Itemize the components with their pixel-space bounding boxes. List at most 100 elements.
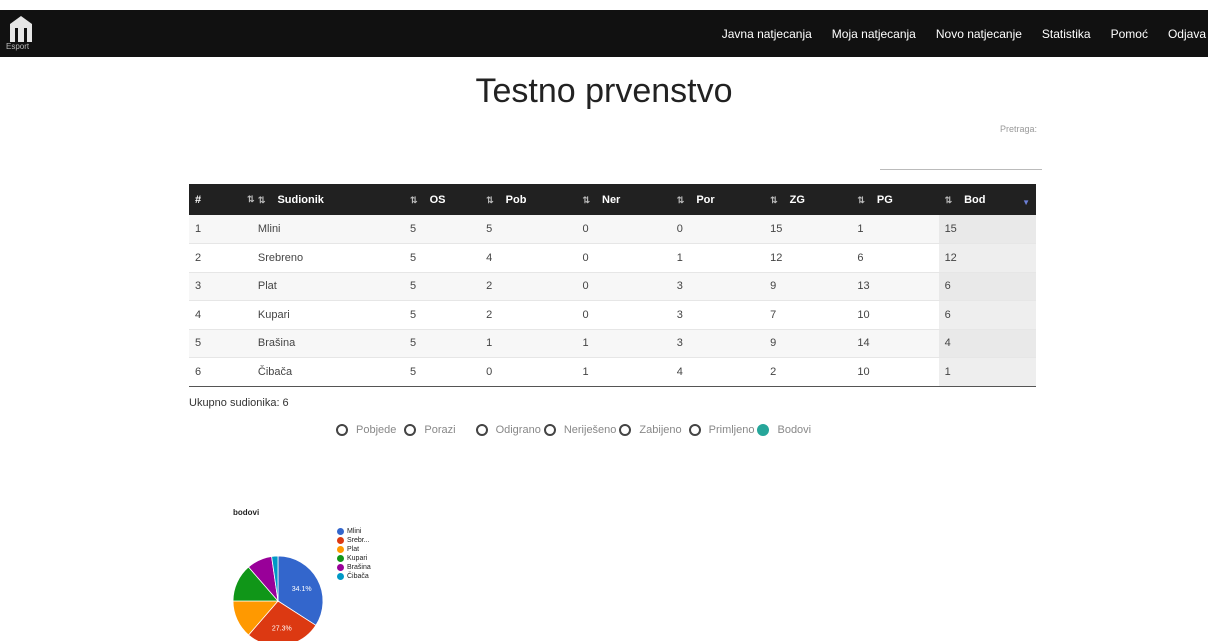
column-header-pg[interactable]: ⇅ PG [851,184,938,215]
table-cell-por: 3 [670,300,765,330]
sort-icon: ⇅ [257,194,266,205]
table-row[interactable]: 5 Brašina 5 1 1 3 9 14 4 [189,329,1036,358]
column-header-label: ZG [789,193,805,206]
column-header-por[interactable]: ⇅ Por [671,184,764,215]
radio-primljeno[interactable]: Primljeno [688,424,754,436]
radio-zabijeno[interactable]: Zabijeno [619,424,682,436]
table-cell-pob: 4 [480,243,577,273]
radio-circle-icon [336,424,348,436]
legend-dot-icon [337,528,344,535]
column-header-label: Ner [602,193,621,206]
table-cell-por: 4 [670,357,765,387]
radio-circle-icon [404,424,417,436]
stat-radio-group: Pobjede Porazi Odigrano Neriješeno Zabijeno P… [336,424,811,436]
chart-title: bodovi [233,508,260,517]
top-frame [0,0,1208,10]
radio-porazi[interactable]: Porazi [404,424,456,436]
legend-label: Brašina [347,564,371,571]
standings-table: # ⇅ ⇅ Sudionik ⇅ OS ⇅ Pob ⇅ Ner ⇅ Por ⇅ ZG ⇅ PG ⇅ Bod ▼ 1M… [189,184,1036,387]
column-header-zg[interactable]: ⇅ ZG [764,184,851,215]
table-cell-os: 5 [404,243,481,273]
table-cell-pg: 6 [851,243,939,273]
table-cell-ner: 0 [576,215,671,244]
nav-link-pomoć[interactable]: Pomoć [1101,27,1158,41]
table-cell-os: 5 [404,215,481,244]
table-cell-zg: 9 [764,272,852,301]
legend-label: Čibača [347,573,369,580]
table-cell-ner: 0 [576,272,671,301]
table-cell-bod: 6 [938,272,1036,301]
table-cell-pg: 13 [851,272,939,301]
table-cell-os: 5 [404,357,481,387]
table-row[interactable]: 2 Srebreno 5 4 0 1 12 6 12 [189,243,1036,273]
table-cell-pob: 0 [480,357,577,387]
table-cell-rank: 6 [189,357,252,387]
table-cell-zg: 2 [764,357,852,387]
nav-link-javna-natjecanja[interactable]: Javna natjecanja [712,27,822,41]
legend-item[interactable]: Srebr... [337,536,371,545]
column-header-ner[interactable]: ⇅ Ner [576,184,670,215]
legend-item[interactable]: Brašina [337,563,371,572]
table-cell-bod: 4 [938,329,1036,358]
table-cell-por: 0 [670,215,765,244]
table-cell-pob: 2 [480,300,577,330]
table-cell-sudionik: Kupari [251,300,405,330]
radio-circle-icon [688,424,701,436]
legend-label: Mlini [347,528,362,535]
column-header-pob[interactable]: ⇅ Pob [480,184,576,215]
legend-dot-icon [337,573,344,580]
table-cell-zg: 9 [764,329,852,358]
radio-bodovi[interactable]: Bodovi [757,424,811,436]
legend-item[interactable]: Čibača [337,572,371,581]
radio-label: Porazi [424,424,456,436]
radio-pobjede[interactable]: Pobjede [336,424,396,436]
sort-icon: ⇅ [770,194,778,205]
column-header-rank[interactable]: # ⇅ [189,184,255,215]
table-cell-bod: 15 [938,215,1036,244]
nav-link-statistika[interactable]: Statistika [1032,27,1101,41]
nav-link-novo-natjecanje[interactable]: Novo natjecanje [926,27,1032,41]
table-cell-rank: 1 [189,215,252,244]
table-cell-sudionik: Srebreno [251,243,405,273]
sort-icon: ⇅ [582,194,590,205]
search-label: Pretraga: [1000,124,1038,134]
radio-odigrano[interactable]: Odigrano [475,424,541,436]
radio-circle-icon [475,424,488,436]
table-cell-zg: 15 [764,215,852,244]
column-header-os[interactable]: ⇅ OS [404,184,480,215]
table-row[interactable]: 6 Čibača 5 0 1 4 2 10 1 [189,357,1036,387]
table-cell-rank: 2 [189,243,252,273]
nav-link-moja-natjecanja[interactable]: Moja natjecanja [822,27,926,41]
table-cell-pob: 5 [480,215,577,244]
legend-item[interactable]: Mlini [337,527,371,536]
legend-item[interactable]: Plat [337,545,371,554]
table-cell-por: 1 [670,243,765,273]
table-cell-por: 3 [670,272,765,301]
table-row[interactable]: 1 Mlini 5 5 0 0 15 1 15 [189,215,1036,244]
radio-label: Bodovi [777,424,812,436]
legend-dot-icon [337,537,344,544]
radio-neriješeno[interactable]: Neriješeno [543,424,616,436]
legend-label: Kupari [347,555,368,562]
table-cell-os: 5 [404,329,481,358]
sort-icon: ⇅ [676,194,685,205]
column-header-label: Por [696,193,715,206]
table-cell-ner: 1 [576,357,671,387]
chart-legend: Mlini Srebr... Plat Kupari Brašina Čibača [337,527,371,581]
table-row[interactable]: 4 Kupari 5 2 0 3 7 10 6 [189,300,1036,330]
column-header-bod[interactable]: ⇅ Bod ▼ [939,184,1036,215]
nav-link-odjava[interactable]: Odjava [1158,27,1208,41]
legend-item[interactable]: Kupari [337,554,371,563]
table-cell-sudionik: Mlini [251,215,405,244]
radio-circle-icon [757,424,770,436]
search-input[interactable] [880,150,1042,170]
column-header-sudionik[interactable]: ⇅ Sudionik [252,184,404,215]
navbar: Esport Javna natjecanja Moja natjecanja No… [0,10,1208,57]
table-row[interactable]: 3 Plat 5 2 0 3 9 13 6 [189,272,1036,301]
legend-label: Srebr... [347,537,370,544]
table-cell-sudionik: Čibača [251,357,405,387]
radio-label: Zabijeno [639,424,682,436]
table-cell-zg: 12 [764,243,852,273]
table-cell-pg: 14 [851,329,939,358]
sort-icon: ⇅ [944,194,953,205]
